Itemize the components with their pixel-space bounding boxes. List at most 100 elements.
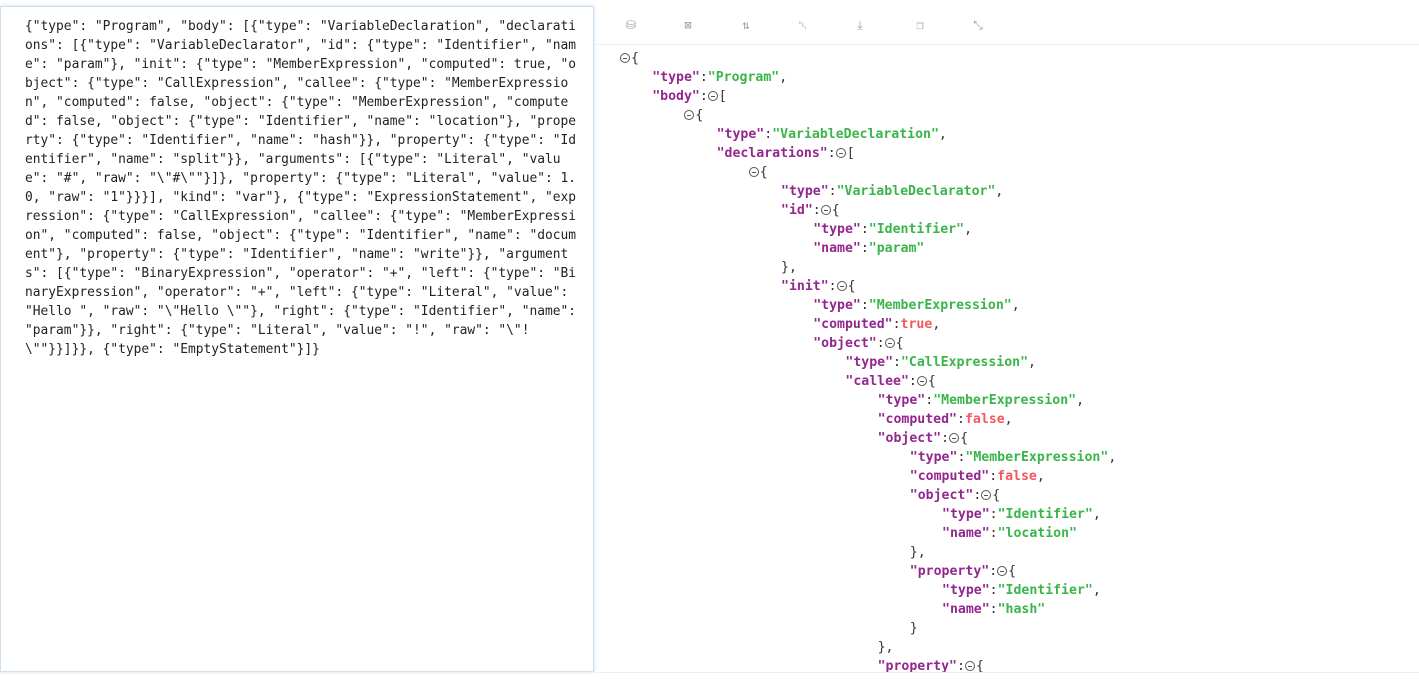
- json-boolean-value: false: [997, 469, 1037, 484]
- json-string-value: "param": [868, 241, 925, 256]
- collapse-toggle-icon[interactable]: [836, 281, 847, 291]
- tree-row: "computed":true,: [813, 315, 940, 334]
- database-icon: ⛁: [625, 18, 637, 32]
- collapse-toggle-icon[interactable]: [820, 205, 831, 215]
- tree-row: "type":"MemberExpression",: [910, 448, 1116, 467]
- json-punctuation: :: [957, 412, 965, 427]
- tree-row: "type":"Identifier",: [942, 581, 1101, 600]
- json-boolean-value: false: [964, 412, 1005, 427]
- tree-row: "name":"hash": [942, 600, 1045, 619]
- json-string-value: "Identifier": [868, 222, 965, 237]
- trash-icon: ␡: [798, 17, 808, 32]
- json-string-value: "Identifier": [997, 583, 1093, 598]
- collapse-toggle-icon[interactable]: [964, 661, 975, 671]
- tree-row: "type":"VariableDeclaration",: [717, 125, 947, 144]
- json-punctuation: :: [989, 564, 998, 579]
- trash-button[interactable]: ␡: [792, 15, 814, 35]
- collapse-toggle-icon[interactable]: [997, 566, 1008, 576]
- json-punctuation: :: [699, 70, 708, 85]
- json-boolean-value: true: [900, 317, 933, 332]
- json-key: "init": [781, 279, 829, 294]
- json-string-value: "Program": [707, 70, 780, 85]
- json-key: "name": [942, 526, 990, 541]
- json-punctuation: :: [860, 298, 869, 313]
- tree-row: "body": [: [652, 87, 727, 106]
- json-punctuation: ,: [1036, 469, 1045, 484]
- download-icon: ⤓: [857, 17, 863, 32]
- collapse-toggle-icon[interactable]: [748, 167, 759, 177]
- json-key: "body": [652, 89, 700, 104]
- database-button[interactable]: ⛁: [620, 15, 642, 35]
- json-punctuation: :: [989, 469, 998, 484]
- tree-row: "name":"param": [813, 239, 924, 258]
- tree-row: {: [620, 49, 639, 68]
- json-string-value: "hash": [997, 602, 1046, 617]
- json-punctuation: ,: [779, 70, 788, 85]
- collapse-toggle-icon[interactable]: [707, 91, 718, 101]
- json-key: "type": [942, 583, 990, 598]
- json-key: "name": [813, 241, 861, 256]
- json-key: "callee": [845, 374, 909, 389]
- json-punctuation: :: [812, 203, 821, 218]
- json-string-value: "VariableDeclaration": [772, 127, 939, 142]
- json-key: "type": [652, 70, 700, 85]
- json-punctuation: {: [695, 108, 704, 123]
- json-punctuation: :: [876, 336, 885, 351]
- json-punctuation: {: [831, 203, 840, 218]
- collapse-toggle-icon[interactable]: [684, 110, 695, 120]
- tree-row: "type":"VariableDeclarator",: [781, 182, 1003, 201]
- json-punctuation: :: [973, 488, 982, 503]
- collapse-toggle-icon[interactable]: [949, 433, 960, 443]
- tree-row: },: [910, 543, 926, 562]
- raw-json-text[interactable]: {"type": "Program", "body": [{"type": "V…: [1, 7, 593, 359]
- json-key: "type": [909, 450, 958, 465]
- collapse-toggle-icon[interactable]: [981, 490, 992, 500]
- tree-row: "type":"CallExpression",: [845, 353, 1036, 372]
- json-punctuation: :: [764, 127, 773, 142]
- json-key: "type": [942, 507, 990, 522]
- tree-row: "id": {: [781, 201, 840, 220]
- excel-button[interactable]: ⊠: [677, 15, 699, 35]
- tree-row: "type":"MemberExpression",: [878, 391, 1084, 410]
- tree-row: "computed":false,: [910, 467, 1045, 486]
- tree-row: "object": {: [878, 429, 968, 448]
- json-punctuation: :: [908, 374, 917, 389]
- json-punctuation: :: [989, 602, 998, 617]
- sort-button[interactable]: ⇅: [735, 15, 757, 35]
- json-key: "type": [716, 127, 765, 142]
- collapse-toggle-icon[interactable]: [916, 376, 927, 386]
- json-key: "type": [781, 184, 829, 199]
- collapse-button[interactable]: ⤡: [967, 15, 989, 35]
- json-key: "computed": [909, 469, 990, 484]
- collapse-toggle-icon[interactable]: [884, 338, 895, 348]
- json-punctuation: {: [992, 488, 1001, 503]
- json-punctuation: ,: [1011, 298, 1020, 313]
- json-string-value: "MemberExpression": [965, 450, 1109, 465]
- json-string-value: "VariableDeclarator": [836, 184, 996, 199]
- json-punctuation: {: [895, 336, 904, 351]
- tree-row: "init": {: [781, 277, 856, 296]
- json-string-value: "MemberExpression": [868, 298, 1012, 313]
- tree-row: },: [781, 258, 797, 277]
- json-punctuation: :: [925, 393, 934, 408]
- json-punctuation: :: [828, 279, 837, 294]
- excel-icon: ⊠: [684, 18, 692, 32]
- json-punctuation: {: [759, 165, 768, 180]
- tree-row: {: [684, 106, 703, 125]
- copy-button[interactable]: ❐: [909, 15, 931, 35]
- json-key: "type": [845, 355, 894, 370]
- tree-row: "type":"Program",: [652, 68, 787, 87]
- json-punctuation: ,: [995, 184, 1004, 199]
- tree-row: "declarations": [: [717, 144, 855, 163]
- collapse-toggle-icon[interactable]: [620, 53, 630, 63]
- json-punctuation: :: [699, 89, 708, 104]
- json-key: "computed": [877, 412, 957, 427]
- sort-icon: ⇅: [742, 18, 750, 32]
- download-button[interactable]: ⤓: [849, 15, 871, 35]
- json-string-value: "location": [997, 526, 1077, 541]
- json-punctuation: ,: [1028, 355, 1036, 370]
- tree-row: "callee": {: [845, 372, 935, 391]
- collapse-toggle-icon[interactable]: [835, 148, 846, 158]
- raw-json-editor[interactable]: {"type": "Program", "body": [{"type": "V…: [0, 6, 594, 672]
- tree-row: "property":{: [878, 657, 984, 676]
